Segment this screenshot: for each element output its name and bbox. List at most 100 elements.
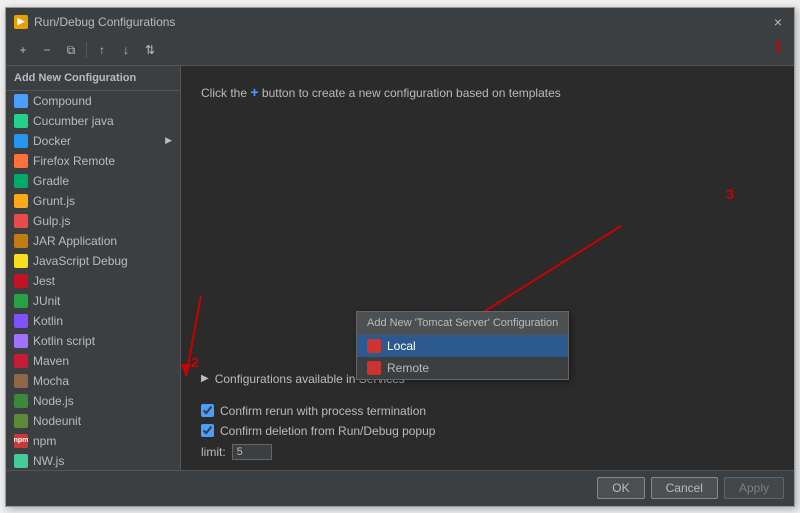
instruction-text-before: Click the — [201, 86, 250, 100]
list-item-firefox-remote[interactable]: Firefox Remote — [6, 151, 180, 171]
sort-button[interactable]: ⇅ — [139, 39, 161, 61]
list-item-gruntjs[interactable]: Grunt.js — [6, 191, 180, 211]
list-item-cucumber-java[interactable]: Cucumber java — [6, 111, 180, 131]
list-item-kotlin[interactable]: Kotlin — [6, 311, 180, 331]
popup-header: Add New 'Tomcat Server' Configuration — [357, 312, 568, 335]
move-up-button[interactable]: ↑ — [91, 39, 113, 61]
title-bar-left: ▶ Run/Debug Configurations — [14, 15, 175, 29]
list-item-nodeunit[interactable]: Nodeunit — [6, 411, 180, 431]
annotation-1-label: 1 — [774, 38, 782, 54]
right-bottom: Confirm rerun with process termination C… — [181, 394, 794, 470]
popup-item-icon — [367, 339, 381, 353]
gradle-icon — [14, 174, 28, 188]
list-item-label: Maven — [33, 354, 172, 368]
js-debug-icon — [14, 254, 28, 268]
config-list[interactable]: Compound Cucumber java Docker ▶ Firefox Remo… — [6, 91, 180, 470]
services-arrow-icon: ▶ — [201, 373, 209, 384]
list-item-label: Gradle — [33, 174, 172, 188]
remove-config-button[interactable]: − — [36, 39, 58, 61]
list-item-maven[interactable]: Maven — [6, 351, 180, 371]
dropdown-popup: Add New 'Tomcat Server' Configuration Lo… — [356, 311, 569, 380]
list-item-gulpjs[interactable]: Gulp.js — [6, 211, 180, 231]
list-item-jest[interactable]: Jest — [6, 271, 180, 291]
toolbar: + − ⧉ ↑ ↓ ⇅ 1 — [6, 36, 794, 66]
list-item-label: Kotlin script — [33, 334, 172, 348]
list-item-label: JAR Application — [33, 234, 172, 248]
checkbox-row-1: Confirm rerun with process termination — [201, 404, 774, 418]
list-item-label: Cucumber java — [33, 114, 172, 128]
instruction-text-after: button to create a new configuration bas… — [262, 86, 561, 100]
jar-icon — [14, 234, 28, 248]
list-item-docker[interactable]: Docker ▶ — [6, 131, 180, 151]
list-item-label: Jest — [33, 274, 172, 288]
apply-button[interactable]: Apply — [724, 477, 784, 499]
title-bar: ▶ Run/Debug Configurations × — [6, 8, 794, 36]
run-debug-dialog: ▶ Run/Debug Configurations × + − ⧉ ↑ ↓ ⇅… — [5, 7, 795, 507]
main-content: Add New Configuration Compound Cucumber j… — [6, 66, 794, 470]
list-item-nwjs[interactable]: NW.js — [6, 451, 180, 470]
compound-icon — [14, 94, 28, 108]
kotlin-icon — [14, 314, 28, 328]
list-item-javascript-debug[interactable]: JavaScript Debug — [6, 251, 180, 271]
ok-button[interactable]: OK — [597, 477, 644, 499]
docker-icon — [14, 134, 28, 148]
list-item-npm[interactable]: npmnpm — [6, 431, 180, 451]
right-panel: Click the + button to create a new confi… — [181, 66, 794, 470]
list-item-mocha[interactable]: Mocha — [6, 371, 180, 391]
mocha-icon — [14, 374, 28, 388]
deletion-checkbox[interactable] — [201, 424, 214, 437]
limit-input[interactable] — [232, 444, 272, 460]
copy-config-button[interactable]: ⧉ — [60, 39, 82, 61]
left-panel: Add New Configuration Compound Cucumber j… — [6, 66, 181, 470]
kotlin-script-icon — [14, 334, 28, 348]
list-item-junit[interactable]: JUnit — [6, 291, 180, 311]
nodeunit-icon — [14, 414, 28, 428]
nodejs-icon — [14, 394, 28, 408]
list-item-kotlin-script[interactable]: Kotlin script — [6, 331, 180, 351]
rerun-checkbox[interactable] — [201, 404, 214, 417]
list-item-compound[interactable]: Compound — [6, 91, 180, 111]
list-item-label: Firefox Remote — [33, 154, 172, 168]
dialog-footer: OK Cancel Apply — [6, 470, 794, 506]
list-item-label: Grunt.js — [33, 194, 172, 208]
list-item-label: Kotlin — [33, 314, 172, 328]
list-item-label: Compound — [33, 94, 172, 108]
list-item-label: Nodeunit — [33, 414, 172, 428]
popup-item-remote[interactable]: Remote — [357, 357, 568, 379]
popup-item-icon — [367, 361, 381, 375]
toolbar-separator — [86, 42, 87, 58]
list-item-label: Mocha — [33, 374, 172, 388]
nwjs-icon — [14, 454, 28, 468]
npm-icon: npm — [14, 434, 28, 448]
checkbox1-label: Confirm rerun with process termination — [220, 404, 426, 418]
gulp-icon — [14, 214, 28, 228]
jest-icon — [14, 274, 28, 288]
popup-item-local[interactable]: Local — [357, 335, 568, 357]
cucumber-icon — [14, 114, 28, 128]
popup-item-label: Remote — [387, 361, 429, 375]
limit-label: limit: — [201, 445, 226, 459]
list-item-label: Docker — [33, 134, 160, 148]
list-item-gradle[interactable]: Gradle — [6, 171, 180, 191]
list-item-label: JavaScript Debug — [33, 254, 172, 268]
list-item-jar-application[interactable]: JAR Application — [6, 231, 180, 251]
add-config-button[interactable]: + — [12, 39, 34, 61]
dialog-icon: ▶ — [14, 15, 28, 29]
maven-icon — [14, 354, 28, 368]
plus-icon: + — [250, 84, 258, 100]
checkbox2-label: Confirm deletion from Run/Debug popup — [220, 424, 435, 438]
list-item-label: Gulp.js — [33, 214, 172, 228]
move-down-button[interactable]: ↓ — [115, 39, 137, 61]
list-item-label: npm — [33, 434, 172, 448]
list-item-label: JUnit — [33, 294, 172, 308]
panel-header: Add New Configuration — [6, 66, 180, 91]
grunt-icon — [14, 194, 28, 208]
dialog-title: Run/Debug Configurations — [34, 15, 175, 29]
firefox-icon — [14, 154, 28, 168]
close-button[interactable]: × — [770, 14, 786, 30]
list-item-nodejs[interactable]: Node.js — [6, 391, 180, 411]
limit-row: limit: — [201, 444, 774, 460]
cancel-button[interactable]: Cancel — [651, 477, 718, 499]
popup-item-label: Local — [387, 339, 416, 353]
expand-arrow-icon: ▶ — [165, 135, 172, 146]
